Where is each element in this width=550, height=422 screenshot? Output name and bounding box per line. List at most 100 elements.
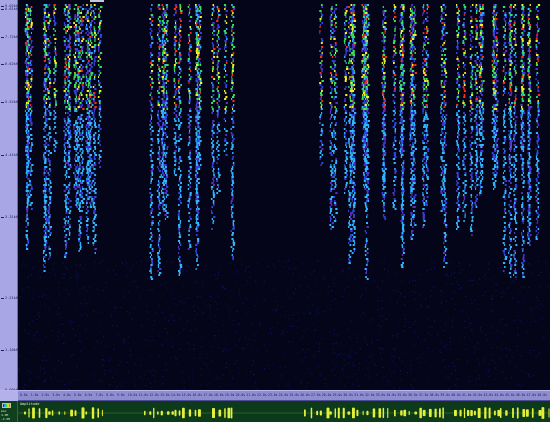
spectral-streak-group — [210, 4, 236, 260]
amplitude-blip — [470, 410, 473, 417]
amplitude-blip — [91, 407, 95, 419]
amplitude-blip — [356, 409, 359, 417]
amplitude-blip — [548, 408, 550, 418]
time-tick-label: 7.0s — [95, 393, 104, 397]
frequency-tick-mark — [1, 216, 4, 218]
amplitude-blip — [378, 408, 382, 418]
amplitude-blip — [497, 409, 501, 417]
amplitude-blip — [484, 407, 487, 419]
frequency-tick-mark — [1, 154, 4, 156]
amplitude-blip — [97, 408, 99, 418]
spectrogram-canvas[interactable] — [18, 0, 550, 390]
frequency-tick-mark — [1, 36, 4, 38]
amplitude-blip — [352, 407, 355, 419]
time-tick-label: 40.0s — [451, 393, 461, 397]
amplitude-blip — [227, 407, 231, 419]
amplitude-blip — [160, 410, 163, 416]
time-tick-label: 44.0s — [494, 393, 504, 397]
time-tick-label: 12.0s — [149, 393, 159, 397]
time-tick-label: 43.0s — [483, 393, 494, 397]
time-tick-label: 42.0s — [472, 393, 483, 397]
time-tick-label: 3.0s — [52, 393, 61, 397]
amplitude-blip — [442, 407, 444, 419]
amplitude-blip — [439, 408, 441, 418]
time-tick-label: 19.0s — [224, 393, 235, 397]
time-tick-label: 22.0s — [257, 393, 267, 397]
spectral-streak-group — [502, 4, 541, 278]
time-tick-label: 47.0s — [526, 393, 537, 397]
amplitude-scale-bottom: -4.0M — [1, 417, 11, 421]
amplitude-blip — [512, 407, 514, 418]
scroll-position-indicator[interactable] — [90, 0, 104, 2]
time-tick-label: 17.0s — [203, 393, 213, 397]
amplitude-blip — [477, 408, 481, 418]
time-tick-label: 18.0s — [214, 393, 224, 397]
spectral-streak-group — [319, 4, 448, 280]
amplitude-blip — [45, 408, 48, 419]
amplitude-blip — [525, 409, 529, 417]
time-tick-label: 26.0s — [300, 393, 310, 397]
amplitude-blip — [494, 410, 496, 416]
amplitude-blip — [342, 407, 345, 419]
time-tick-label: 16.0s — [192, 393, 203, 397]
amplitude-blip — [144, 410, 146, 416]
time-ruler[interactable]: 0.0s 1.0s 2.0s 3.0s 4.0s 5.0s 6.0s 7.0s 8.0s 9.0s… — [0, 390, 550, 401]
time-tick-label: 45.0s — [505, 393, 515, 397]
amplitude-blip — [182, 407, 185, 419]
spectral-streak-group — [149, 4, 203, 280]
time-tick-label: 13.0s — [160, 393, 170, 397]
amplitude-blip — [218, 409, 222, 417]
time-tick-label: 2.0s — [41, 393, 50, 397]
amplitude-blip — [362, 410, 364, 416]
time-tick-label: 35.0s — [397, 393, 407, 397]
amplitude-blip — [408, 410, 410, 416]
spectral-streak-group — [455, 4, 499, 236]
time-tick-label: 38.0s — [429, 393, 440, 397]
amplitude-blip — [372, 408, 376, 418]
spectrogram-image — [18, 4, 550, 390]
time-tick-label: 4.0s — [63, 393, 71, 397]
time-tick-label: 30.0s — [343, 393, 353, 397]
time-tick-label: 24.0s — [278, 393, 289, 397]
amplitude-blip — [81, 407, 85, 419]
color-palette-icon[interactable] — [2, 403, 11, 408]
amplitude-blip — [319, 410, 322, 416]
time-tick-label: 9.0s — [117, 393, 125, 397]
amplitude-blip — [538, 410, 542, 416]
frequency-tick-mark — [1, 297, 4, 299]
amplitude-blip — [231, 407, 233, 419]
amplitude-waveform[interactable] — [18, 401, 550, 422]
time-tick-label: 32.0s — [364, 393, 375, 397]
amplitude-blip — [400, 410, 403, 416]
amplitude-blip — [101, 409, 103, 417]
amplitude-blip — [414, 411, 417, 415]
amplitude-blip — [454, 409, 457, 417]
amplitude-blip — [212, 408, 215, 418]
amplitude-blip — [428, 408, 432, 417]
frequency-tick-mark — [1, 349, 4, 351]
amplitude-blip — [174, 409, 177, 417]
amplitude-blip — [48, 411, 51, 415]
amplitude-blip — [488, 407, 491, 419]
spectral-streak-group — [24, 4, 103, 272]
amplitude-blip — [419, 407, 422, 419]
amplitude-blip — [224, 408, 226, 418]
frequency-axis: 9.02kHz 8.61kHz 7.72kHz 6.62kHz 5.52kHz 4.41k… — [0, 0, 20, 392]
amplitude-blip — [463, 408, 466, 418]
ruler-corner — [0, 391, 18, 401]
amplitude-blip — [531, 408, 534, 418]
time-tick-label: 20.0s — [235, 393, 246, 397]
amplitude-blip — [51, 410, 54, 416]
amplitude-blip — [188, 409, 192, 417]
amplitude-blip — [516, 407, 519, 419]
amplitude-blip — [329, 411, 332, 415]
time-tick-label: 10.0s — [127, 393, 138, 397]
amplitude-blip — [337, 407, 340, 419]
time-tick-label: 41.0s — [461, 393, 472, 397]
time-tick-label: 46.0s — [515, 393, 526, 397]
amplitude-blip — [157, 411, 159, 415]
time-tick-label: 5.0s — [73, 393, 82, 397]
amplitude-blip — [167, 411, 170, 415]
time-tick-label: 33.0s — [375, 393, 386, 397]
amplitude-blip — [387, 407, 389, 419]
